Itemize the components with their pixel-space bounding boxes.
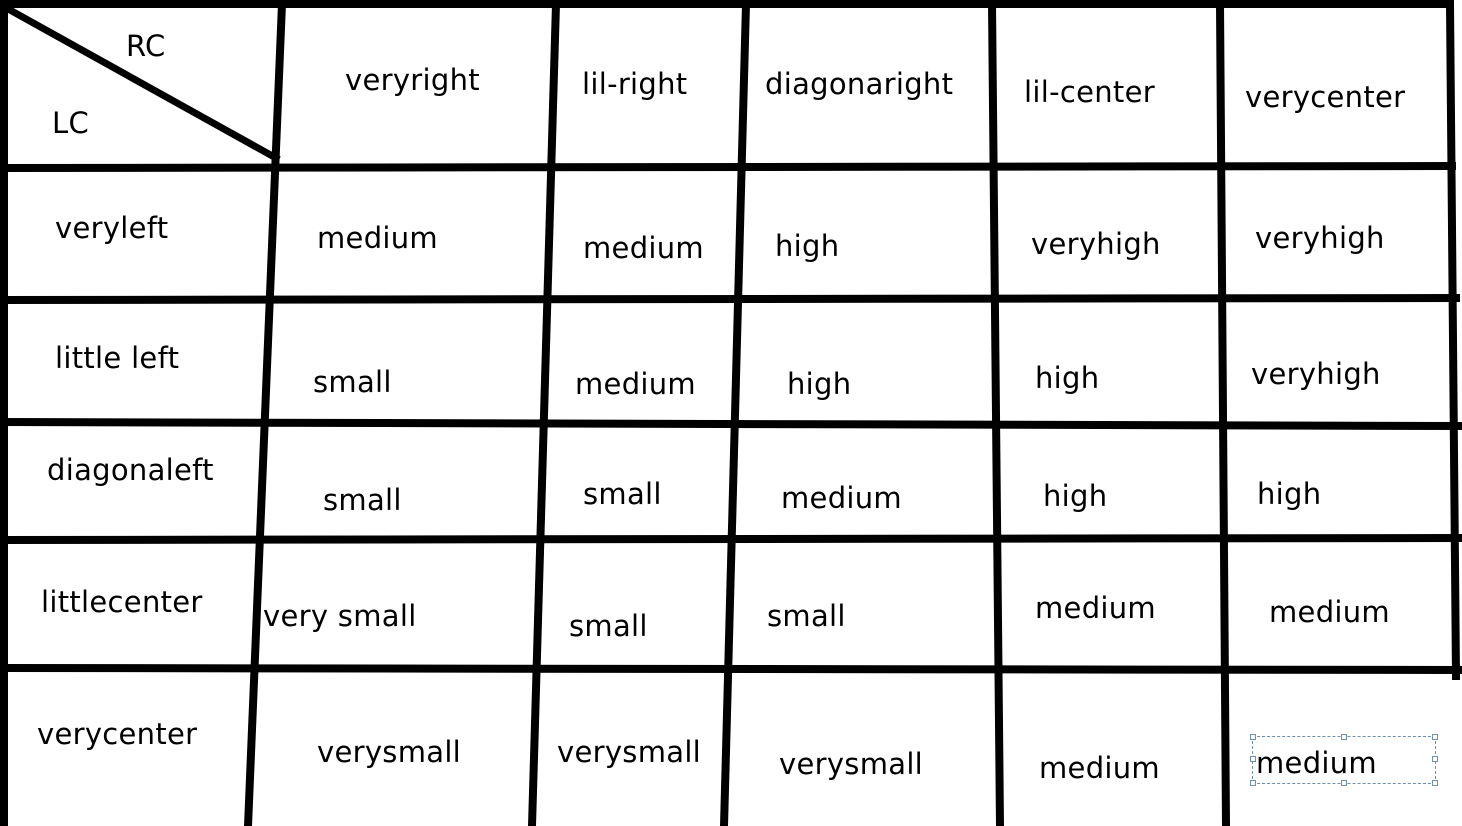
table-cell: verysmall	[317, 735, 462, 769]
row-header: verycenter	[37, 717, 198, 751]
resize-handle[interactable]	[1432, 734, 1438, 740]
column-header: diagonaright	[765, 67, 954, 101]
grid-line	[527, 0, 561, 826]
table-cell: high	[1035, 361, 1100, 395]
table-cell: high	[1257, 477, 1322, 511]
table-cell: veryhigh	[1251, 357, 1381, 391]
table-cell: veryhigh	[1255, 221, 1385, 255]
rule-table-drawing: RC LC veryright lil-right diagonaright l…	[0, 0, 1462, 826]
resize-handle[interactable]	[1250, 734, 1256, 740]
grid-line	[987, 0, 1005, 826]
resize-handle[interactable]	[1341, 734, 1347, 740]
column-header: lil-right	[582, 67, 688, 101]
table-cell: medium	[1039, 751, 1160, 785]
table-cell[interactable]: medium	[1256, 746, 1377, 780]
grid-line	[243, 0, 287, 826]
table-cell: veryhigh	[1031, 227, 1161, 261]
table-cell: verysmall	[779, 747, 924, 781]
row-header: little left	[55, 341, 180, 375]
table-cell: medium	[583, 231, 704, 265]
table-cell: medium	[781, 481, 902, 515]
table-cell: high	[1043, 479, 1108, 513]
table-cell: small	[569, 609, 648, 643]
row-header: diagonaleft	[47, 453, 214, 487]
resize-handle[interactable]	[1250, 780, 1256, 786]
grid-line	[0, 161, 1457, 173]
table-cell: small	[767, 599, 846, 633]
table-cell: small	[583, 477, 662, 511]
column-header: verycenter	[1245, 80, 1406, 114]
table-cell: high	[775, 229, 840, 263]
table-cell: medium	[317, 221, 438, 255]
column-header: veryright	[345, 63, 480, 97]
grid-line	[0, 293, 1461, 305]
table-cell: small	[313, 365, 392, 399]
table-cell: medium	[1035, 591, 1156, 625]
table-cell: very small	[263, 599, 417, 633]
grid-line	[1445, 0, 1461, 681]
grid-line	[1215, 0, 1231, 826]
resize-handle[interactable]	[1341, 780, 1347, 786]
corner-label-lc: LC	[52, 106, 90, 140]
resize-handle[interactable]	[1432, 780, 1438, 786]
table-cell: high	[787, 367, 852, 401]
table-cell: medium	[575, 367, 696, 401]
row-header: veryleft	[55, 211, 169, 245]
row-header: littlecenter	[41, 585, 203, 619]
grid-line	[719, 0, 751, 826]
table-cell: verysmall	[557, 735, 702, 769]
corner-label-rc: RC	[126, 29, 166, 63]
column-header: lil-center	[1024, 75, 1155, 109]
resize-handle[interactable]	[1432, 756, 1438, 762]
table-grid-lines	[0, 0, 1462, 826]
table-cell: medium	[1269, 595, 1390, 629]
table-cell: small	[323, 483, 402, 517]
